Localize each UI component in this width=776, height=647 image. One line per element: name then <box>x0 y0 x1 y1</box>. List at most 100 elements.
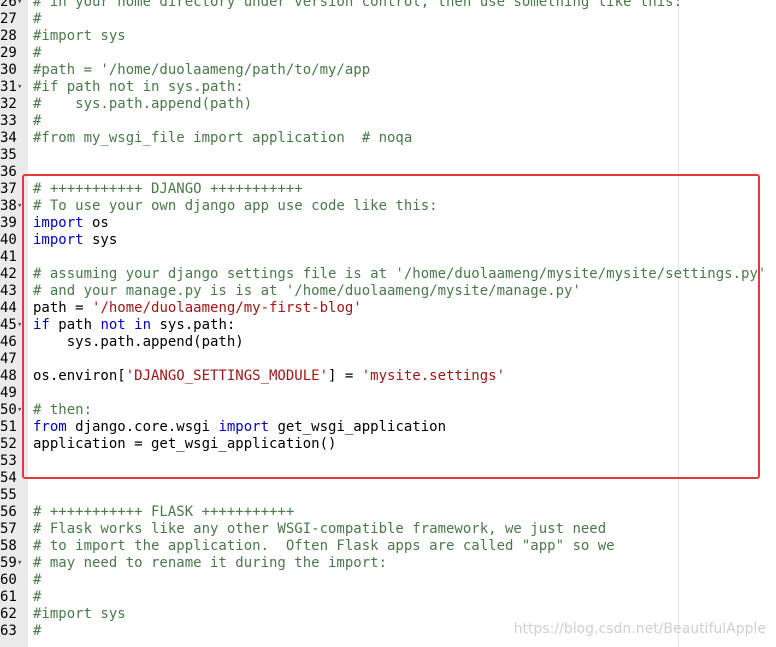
code-text: sys.path.append(path) <box>33 334 244 351</box>
code-line[interactable]: 44 path = '/home/duolaameng/my-first-blog… <box>0 300 776 317</box>
code-text: # +++++++++++ DJANGO +++++++++++ <box>33 181 303 198</box>
line-number: 63 <box>0 623 17 639</box>
code-editor[interactable]: 26 ▾ # in your home directory under versio… <box>0 0 776 640</box>
code-text: #import sys <box>33 28 126 45</box>
code-line[interactable]: 61 # <box>0 589 776 606</box>
code-token: # +++++++++++ FLASK +++++++++++ <box>33 504 295 520</box>
line-number: 33 <box>0 113 17 129</box>
code-line[interactable]: 58 # to import the application. Often Fla… <box>0 538 776 555</box>
code-line[interactable]: 47 <box>0 351 776 368</box>
code-token: # may need to rename it during the impor… <box>33 555 388 571</box>
code-token: #path = '/home/duolaameng/path/to/my/app <box>33 62 371 78</box>
code-line[interactable]: 48 os.environ['DJANGO_SETTINGS_MODULE'] =… <box>0 368 776 385</box>
fold-toggle-icon[interactable]: ▾ <box>17 79 26 96</box>
code-line[interactable]: 38 ▾ # To use your own django app use code… <box>0 198 776 215</box>
code-text: # <box>33 589 41 606</box>
code-token: sys <box>83 232 118 248</box>
code-line[interactable]: 40 import sys <box>0 232 776 249</box>
line-number: 37 <box>0 181 17 197</box>
code-line[interactable]: 59 ▾ # may need to rename it during the im… <box>0 555 776 572</box>
code-token: ] = <box>328 368 362 384</box>
line-number: 42 <box>0 266 17 282</box>
code-token: # and your manage.py is is at '/home/duo… <box>33 283 581 299</box>
fold-toggle-icon[interactable]: ▾ <box>17 317 26 334</box>
code-line[interactable]: 56 # +++++++++++ FLASK +++++++++++ <box>0 504 776 521</box>
code-token: #if path not in sys.path: <box>33 79 244 95</box>
code-text: import sys <box>33 232 117 249</box>
line-number: 46 <box>0 334 17 350</box>
code-token: # then: <box>33 402 93 418</box>
code-text: # assuming your django settings file is … <box>33 266 766 283</box>
code-line[interactable]: 26 ▾ # in your home directory under versio… <box>0 0 776 11</box>
code-line[interactable]: 28 #import sys <box>0 28 776 45</box>
line-number: 43 <box>0 283 17 299</box>
line-number: 40 <box>0 232 17 248</box>
code-token: # <box>33 113 42 129</box>
code-line[interactable]: 57 # Flask works like any other WSGI-comp… <box>0 521 776 538</box>
code-text: #path = '/home/duolaameng/path/to/my/app <box>33 62 370 79</box>
line-number: 30 <box>0 62 17 78</box>
code-line[interactable]: 50 ▾ # then: <box>0 402 776 419</box>
code-token: sys.path.append(path) <box>33 334 244 350</box>
code-token: import <box>33 232 84 248</box>
code-line[interactable]: 45 ▾ if path not in sys.path: <box>0 317 776 334</box>
code-token: '/home/duolaameng/my-first-blog' <box>92 300 362 316</box>
code-text: # sys.path.append(path) <box>33 96 252 113</box>
line-number: 55 <box>0 487 17 503</box>
code-token: 'DJANGO_SETTINGS_MODULE' <box>125 368 329 384</box>
code-line[interactable]: 43 # and your manage.py is is at '/home/d… <box>0 283 776 300</box>
fold-toggle-icon[interactable]: ▾ <box>17 0 26 11</box>
code-line[interactable]: 34 #from my_wsgi_file import application … <box>0 130 776 147</box>
code-line[interactable]: 29 # <box>0 45 776 62</box>
code-line[interactable]: 32 # sys.path.append(path) <box>0 96 776 113</box>
code-line[interactable]: 33 # <box>0 113 776 130</box>
code-text: if path not in sys.path: <box>33 317 235 334</box>
fold-toggle-icon[interactable]: ▾ <box>17 198 26 215</box>
code-line[interactable]: 60 # <box>0 572 776 589</box>
line-number: 44 <box>0 300 17 316</box>
code-line[interactable]: 35 <box>0 147 776 164</box>
code-token: # +++++++++++ DJANGO +++++++++++ <box>33 181 303 197</box>
code-token: # to import the application. Often Flask… <box>33 538 615 554</box>
code-text: application = get_wsgi_application() <box>33 436 336 453</box>
line-number: 27 <box>0 11 17 27</box>
code-token: # sys.path.append(path) <box>33 96 253 112</box>
code-line[interactable]: 30 #path = '/home/duolaameng/path/to/my/a… <box>0 62 776 79</box>
code-line[interactable]: 49 <box>0 385 776 402</box>
code-token: # <box>33 572 42 588</box>
code-token: from <box>33 419 67 435</box>
code-line[interactable]: 52 application = get_wsgi_application() <box>0 436 776 453</box>
line-number: 52 <box>0 436 17 452</box>
code-line[interactable]: 39 import os <box>0 215 776 232</box>
code-token: sys.path: <box>151 317 236 333</box>
code-line[interactable]: 55 <box>0 487 776 504</box>
code-text: #from my_wsgi_file import application # … <box>33 130 412 147</box>
code-token: # assuming your django settings file is … <box>33 266 767 282</box>
line-number: 32 <box>0 96 17 112</box>
code-line[interactable]: 41 <box>0 249 776 266</box>
code-line[interactable]: 53 <box>0 453 776 470</box>
code-line[interactable]: 46 sys.path.append(path) <box>0 334 776 351</box>
fold-toggle-icon[interactable]: ▾ <box>17 555 26 572</box>
code-text: import os <box>33 215 109 232</box>
code-line[interactable]: 27 # <box>0 11 776 28</box>
code-text: # to import the application. Often Flask… <box>33 538 615 555</box>
code-line[interactable]: 37 # +++++++++++ DJANGO +++++++++++ <box>0 181 776 198</box>
line-number: 48 <box>0 368 17 384</box>
code-token: #import sys <box>33 606 126 622</box>
line-number: 36 <box>0 164 17 180</box>
code-line[interactable]: 31 ▾ #if path not in sys.path: <box>0 79 776 96</box>
code-line[interactable]: 42 # assuming your django settings file i… <box>0 266 776 283</box>
line-number: 35 <box>0 147 17 163</box>
line-number: 28 <box>0 28 17 44</box>
code-token: 'mysite.settings' <box>361 368 506 384</box>
code-line[interactable]: 36 <box>0 164 776 181</box>
fold-toggle-icon[interactable]: ▾ <box>17 402 26 419</box>
code-token: application = get_wsgi_application() <box>33 436 337 452</box>
code-text: # <box>33 11 41 28</box>
code-token: # in your home directory under version c… <box>33 0 683 10</box>
line-number: 60 <box>0 572 17 588</box>
code-line[interactable]: 51 from django.core.wsgi import get_wsgi_… <box>0 419 776 436</box>
code-text: # +++++++++++ FLASK +++++++++++ <box>33 504 294 521</box>
code-line[interactable]: 54 <box>0 470 776 487</box>
